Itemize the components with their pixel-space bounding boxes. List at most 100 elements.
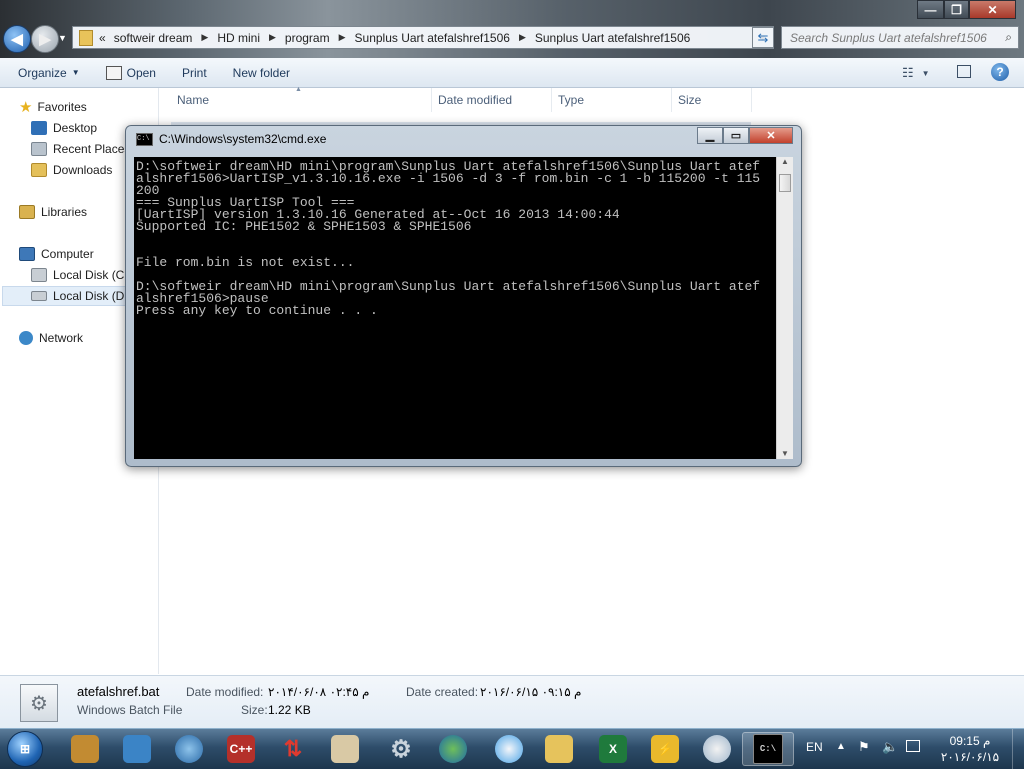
clock-time: 09:15 م <box>949 734 991 748</box>
close-button[interactable]: ✕ <box>969 0 1016 19</box>
globe-icon <box>439 735 467 763</box>
language-indicator[interactable]: EN <box>806 740 823 754</box>
breadcrumb-item-softweir-dream[interactable]: softweir dream <box>114 31 193 45</box>
minimize-button[interactable]: — <box>917 0 944 19</box>
nav-recent-places[interactable]: Recent Places <box>31 139 130 159</box>
new-folder-button[interactable]: New folder <box>224 66 299 80</box>
nav-libraries[interactable]: Libraries <box>19 202 87 222</box>
taskbar-app-cpp[interactable]: C++ <box>218 732 264 766</box>
breadcrumb-separator-icon[interactable]: ▶ <box>201 32 208 43</box>
console-area[interactable]: D:\softweir dream\HD mini\program\Sunplu… <box>134 157 776 459</box>
nav-favorites-label: Favorites <box>37 100 87 114</box>
browser-icon <box>175 735 203 763</box>
clock-date: ۲۰۱۶/۰۶/۱۵ <box>940 750 1000 764</box>
cmd-maximize-button[interactable]: ▭ <box>723 127 749 144</box>
breadcrumb-item-program[interactable]: program <box>285 31 330 45</box>
taskbar-app-folder[interactable] <box>536 732 582 766</box>
taskbar: ⊞ C++ ⇅ ⚙ X ⚡ C:\ EN ▲ ⚑ 🔈 09:15 م ۲۰۱۶/… <box>0 728 1024 769</box>
nav-downloads[interactable]: Downloads <box>31 160 112 180</box>
show-desktop-button[interactable] <box>1012 729 1024 769</box>
maximize-button[interactable]: ❐ <box>944 0 969 19</box>
back-button[interactable]: ◀ <box>3 25 31 53</box>
column-header-date-modified[interactable]: Date modified <box>432 88 552 112</box>
scroll-down-icon[interactable]: ▼ <box>777 449 793 458</box>
nav-recent-places-label: Recent Places <box>53 142 131 156</box>
column-header-name-label: Name <box>177 93 210 107</box>
cpp-icon: C++ <box>227 735 255 763</box>
help-icon[interactable]: ? <box>991 63 1009 81</box>
search-icon[interactable]: ⌕ <box>1005 30 1012 45</box>
nav-favorites[interactable]: ★ Favorites <box>19 97 87 117</box>
scroll-thumb[interactable] <box>779 174 791 192</box>
forward-button[interactable]: ▶ <box>31 25 59 53</box>
nav-libraries-label: Libraries <box>41 205 88 219</box>
cmd-minimize-button[interactable]: ▁ <box>697 127 723 144</box>
taskbar-app-cmd[interactable]: C:\ <box>742 732 794 766</box>
nav-computer[interactable]: Computer <box>19 244 94 264</box>
breadcrumb-item-sunplus-2[interactable]: Sunplus Uart atefalshref1506 <box>535 31 690 45</box>
refresh-icon[interactable]: ⇆ <box>752 27 774 48</box>
nav-desktop-label: Desktop <box>53 121 98 135</box>
hero-icon <box>71 735 99 763</box>
nav-local-disk-c[interactable]: Local Disk (C:) <box>31 265 132 285</box>
preview-pane-icon[interactable] <box>957 65 971 78</box>
search-input[interactable]: Search Sunplus Uart atefalshref1506 ⌕ <box>781 26 1019 49</box>
cmd-window-controls: ▁ ▭ ✕ <box>697 127 793 144</box>
recent-pages-chevron-icon[interactable]: ▼ <box>58 33 67 43</box>
chevron-down-icon: ▼ <box>71 68 80 77</box>
taskbar-app-excel[interactable]: X <box>590 732 636 766</box>
view-list-icon[interactable]: ☷ <box>902 65 914 81</box>
taskbar-app-browser[interactable] <box>166 732 212 766</box>
taskbar-app-thunder[interactable]: ⚡ <box>642 732 688 766</box>
cmd-taskbar-icon: C:\ <box>753 734 783 764</box>
open-button[interactable]: Open <box>97 65 165 80</box>
nav-network[interactable]: Network <box>19 328 83 348</box>
settings-gear-icon: ⚙ <box>390 735 412 763</box>
breadcrumb-item-hd-mini[interactable]: HD mini <box>217 31 260 45</box>
cmd-title-bar: C:\ C:\Windows\system32\cmd.exe <box>136 132 326 146</box>
column-header-type[interactable]: Type <box>552 88 672 112</box>
details-date-created-label: Date created: <box>406 685 479 699</box>
print-button[interactable]: Print <box>173 66 216 80</box>
breadcrumb-item-sunplus-1[interactable]: Sunplus Uart atefalshref1506 <box>355 31 510 45</box>
paint-palette-icon <box>703 735 731 763</box>
nav-local-disk-c-label: Local Disk (C:) <box>53 268 132 282</box>
column-header-name[interactable]: Name ▲ <box>171 86 432 112</box>
details-size-label: Size: <box>241 703 268 717</box>
taskbar-app-media[interactable] <box>114 732 160 766</box>
cmd-title: C:\Windows\system32\cmd.exe <box>159 132 327 146</box>
column-header-size[interactable]: Size <box>672 88 752 112</box>
nav-downloads-label: Downloads <box>53 163 113 177</box>
desktop-icon <box>31 121 47 135</box>
view-options[interactable]: ☷ ▼ <box>902 65 930 81</box>
breadcrumb-separator-icon[interactable]: ▶ <box>269 32 276 43</box>
cmd-close-button[interactable]: ✕ <box>749 127 793 144</box>
clock[interactable]: 09:15 م ۲۰۱۶/۰۶/۱۵ <box>934 733 1006 765</box>
volume-icon[interactable]: 🔈 <box>882 739 898 755</box>
taskbar-app-reader[interactable] <box>322 732 368 766</box>
scroll-up-icon[interactable]: ▲ <box>777 157 793 172</box>
console-scrollbar[interactable]: ▲ ▼ <box>776 157 793 459</box>
column-header-date-modified-label: Date modified <box>438 93 513 107</box>
show-hidden-icons-icon[interactable]: ▲ <box>836 741 846 752</box>
taskbar-app-globe[interactable] <box>430 732 476 766</box>
nav-desktop[interactable]: Desktop <box>31 118 97 138</box>
organize-button[interactable]: Organize ▼ <box>0 66 89 80</box>
start-button[interactable]: ⊞ <box>2 731 48 767</box>
breadcrumb-overflow[interactable]: « <box>99 31 106 45</box>
taskbar-app-settings[interactable]: ⚙ <box>378 732 424 766</box>
breadcrumb-separator-icon[interactable]: ▶ <box>519 32 526 43</box>
taskbar-app-orb[interactable] <box>486 732 532 766</box>
sort-ascending-icon: ▲ <box>295 86 302 93</box>
network-tray-icon[interactable] <box>906 740 920 752</box>
reader-icon <box>331 735 359 763</box>
breadcrumb-separator-icon[interactable]: ▶ <box>339 32 346 43</box>
thunder-icon: ⚡ <box>651 735 679 763</box>
action-center-flag-icon[interactable]: ⚑ <box>858 739 870 755</box>
view-chevron-down-icon[interactable]: ▼ <box>922 69 930 78</box>
taskbar-app-paint[interactable] <box>694 732 740 766</box>
address-bar[interactable]: « softweir dream ▶ HD mini ▶ program ▶ S… <box>72 26 774 49</box>
taskbar-app-transfer[interactable]: ⇅ <box>270 732 316 766</box>
taskbar-app-hero[interactable] <box>62 732 108 766</box>
cmd-window: C:\ C:\Windows\system32\cmd.exe ▁ ▭ ✕ D:… <box>125 125 802 467</box>
